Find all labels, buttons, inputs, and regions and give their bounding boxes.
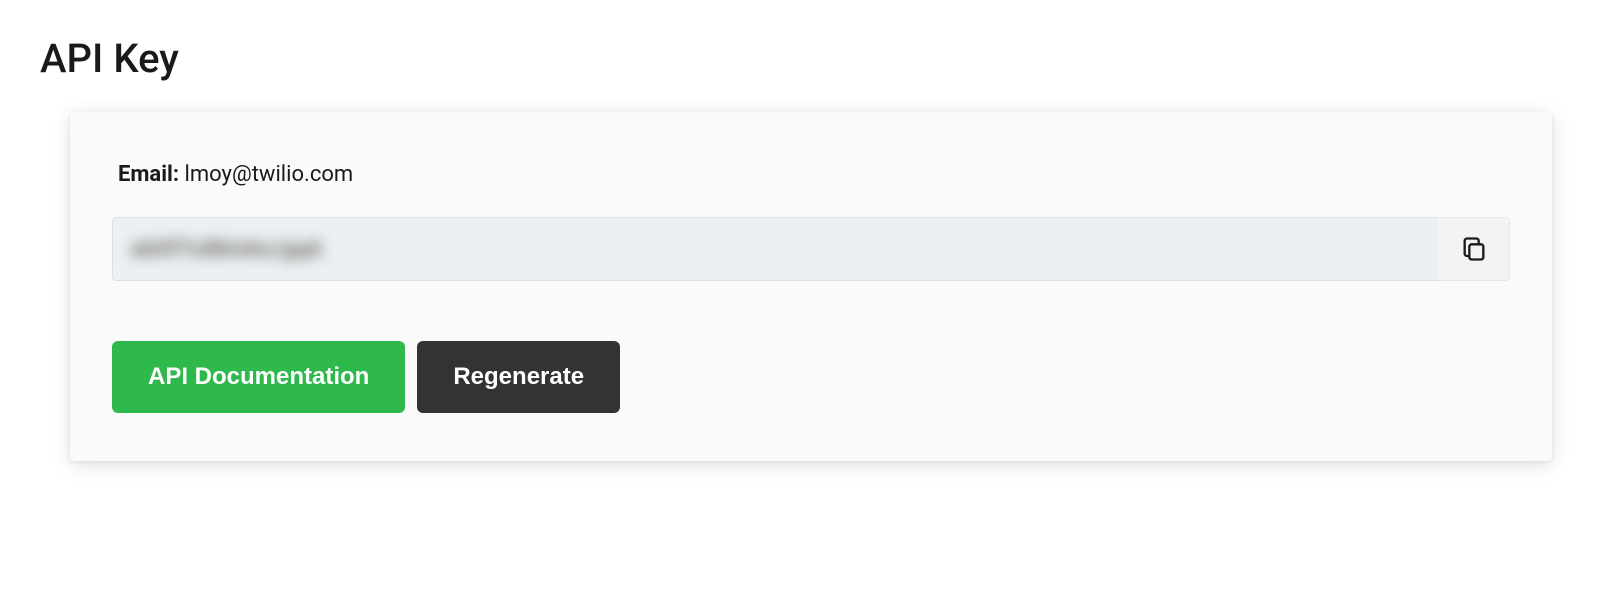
email-line: Email: lmoy@twilio.com <box>112 162 1510 187</box>
api-key-field[interactable]: abXf7u8bIskz/gqA <box>112 217 1438 281</box>
page-title: API Key <box>40 35 1560 82</box>
api-key-value: abXf7u8bIskz/gqA <box>131 237 323 262</box>
api-documentation-button[interactable]: API Documentation <box>112 341 405 413</box>
email-value: lmoy@twilio.com <box>185 162 354 187</box>
api-key-card: Email: lmoy@twilio.com abXf7u8bIskz/gqA … <box>70 112 1552 461</box>
copy-button[interactable] <box>1438 217 1510 281</box>
copy-icon <box>1460 235 1488 263</box>
regenerate-button[interactable]: Regenerate <box>417 341 620 413</box>
button-row: API Documentation Regenerate <box>112 341 1510 413</box>
api-key-row: abXf7u8bIskz/gqA <box>112 217 1510 281</box>
email-label: Email: <box>118 162 179 187</box>
